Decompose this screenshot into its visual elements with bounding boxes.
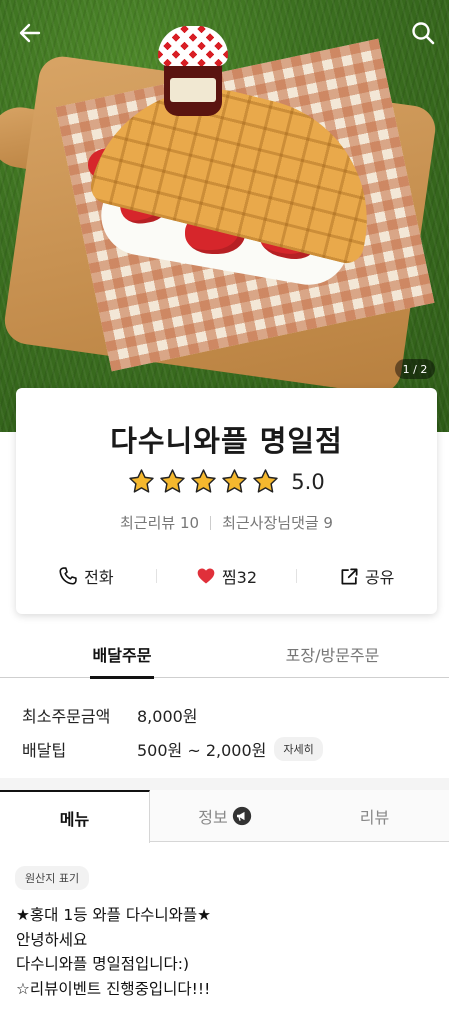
star-icon <box>129 469 155 493</box>
delivery-tip-label: 배달팁 <box>22 741 67 760</box>
min-order-row: 최소주문금액 8,000원 <box>22 698 323 732</box>
store-intro-text: ★홍대 1등 와플 다수니와플★ 안녕하세요 다수니와플 명일점입니다:) ☆리… <box>16 903 211 1001</box>
heart-icon <box>197 568 215 584</box>
phone-icon <box>59 567 77 585</box>
megaphone-icon <box>232 806 251 826</box>
jam-jar <box>158 26 228 116</box>
star-icon <box>160 469 186 493</box>
order-info: 최소주문금액 8,000원 배달팁 500원 ~ 2,000원 자세히 <box>22 698 323 766</box>
section-divider <box>0 778 449 790</box>
tab-review-label: 리뷰 <box>359 808 390 827</box>
share-label: 공유 <box>364 568 395 587</box>
intro-line: 안녕하세요 <box>16 930 88 949</box>
back-arrow-icon[interactable] <box>15 18 45 48</box>
search-icon[interactable] <box>408 18 438 48</box>
min-order-label: 최소주문금액 <box>22 707 111 726</box>
intro-line: ☆리뷰이벤트 진행중입니다!!! <box>16 979 211 998</box>
delivery-tip-value: 500원 ~ 2,000원 <box>137 741 267 760</box>
delivery-tip-row: 배달팁 500원 ~ 2,000원 자세히 <box>22 732 323 766</box>
intro-line: ★홍대 1등 와플 다수니와플★ <box>16 906 212 924</box>
photo-page-indicator: 1 / 2 <box>395 359 435 379</box>
call-button[interactable]: 전화 <box>16 564 156 588</box>
tab-delivery-order[interactable]: 배달주문 <box>90 636 154 679</box>
call-label: 전화 <box>84 568 114 587</box>
tab-menu[interactable]: 메뉴 <box>0 790 150 843</box>
store-photo[interactable]: 1 / 2 <box>0 0 449 432</box>
tab-info-label: 정보 <box>198 808 228 827</box>
order-type-tabs: 배달주문 포장/방문주문 <box>0 636 449 679</box>
tab-info[interactable]: 정보 <box>150 790 300 842</box>
review-stats: 최근리뷰 10 최근사장님댓글 9 <box>16 512 437 533</box>
rating-row[interactable]: 5.0 <box>16 468 437 495</box>
tab-menu-label: 메뉴 <box>59 809 90 829</box>
owner-reply-count[interactable]: 최근사장님댓글 9 <box>222 512 333 533</box>
tab-pickup-order[interactable]: 포장/방문주문 <box>270 636 395 678</box>
tab-review[interactable]: 리뷰 <box>300 790 449 842</box>
store-actions: 전화 찜32 공유 <box>16 564 437 588</box>
min-order-value: 8,000원 <box>137 707 198 726</box>
store-info-card: 다수니와플 명일점 5.0 최근리뷰 10 최근사장님댓글 9 전화 찜32 공… <box>16 388 437 614</box>
tip-detail-button[interactable]: 자세히 <box>274 737 323 761</box>
favorite-button[interactable]: 찜32 <box>157 564 297 588</box>
share-button[interactable]: 공유 <box>297 564 437 588</box>
recent-review-count[interactable]: 최근리뷰 10 <box>120 512 199 533</box>
favorite-count: 찜32 <box>221 568 258 587</box>
content-tabs: 메뉴 정보 리뷰 <box>0 790 449 843</box>
rating-value: 5.0 <box>291 469 325 494</box>
origin-label-chip[interactable]: 원산지 표기 <box>15 866 90 890</box>
divider <box>210 515 212 530</box>
star-icon <box>253 469 279 493</box>
store-name: 다수니와플 명일점 <box>110 424 343 458</box>
share-icon <box>341 568 358 584</box>
intro-line: 다수니와플 명일점입니다:) <box>16 955 190 973</box>
star-icon <box>191 469 217 493</box>
star-icon <box>222 469 248 493</box>
